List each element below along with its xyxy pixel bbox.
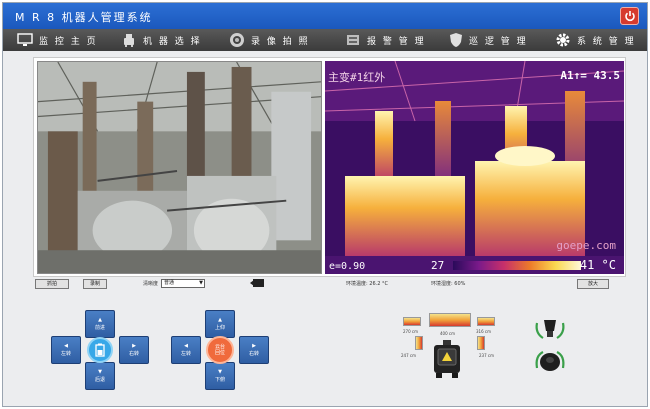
tilt-up-button[interactable]: ▲ 上仰: [205, 310, 235, 338]
arrow-right-icon: ▶: [252, 343, 256, 349]
pan-left-button[interactable]: ◀ 左转: [171, 336, 201, 364]
zoom-in-button[interactable]: 放大: [577, 279, 609, 289]
turn-right-label: 右转: [128, 351, 139, 357]
arrow-right-icon: ▶: [132, 343, 136, 349]
substation-photo: [38, 62, 321, 273]
move-forward-label: 前进: [94, 325, 105, 331]
chevron-down-icon: ▼: [199, 280, 203, 286]
scale-max-label: 41 °C: [579, 258, 616, 272]
camera-lift-up-icon: [535, 320, 565, 339]
gear-icon: [556, 33, 570, 47]
visible-camera-feed[interactable]: [37, 61, 322, 274]
robot-topview-icon: [434, 340, 460, 378]
sensor-bar-front: [429, 313, 471, 327]
move-back-label: 后退: [94, 377, 105, 383]
lift-down-button[interactable]: [533, 348, 567, 379]
sensor-bar-side-right: [477, 336, 485, 350]
clarity-select[interactable]: 普通 ▼: [161, 279, 205, 288]
sensor-side-left-value: 247 cm: [401, 353, 417, 358]
monitor-icon: [17, 33, 33, 46]
fullscreen-icon: [250, 279, 264, 287]
app-window: M R 8 机器人管理系统 监 控 主 页 机 器 选 择 录 像 拍 照 报 …: [2, 2, 648, 407]
menu-monitor-home[interactable]: 监 控 主 页: [17, 29, 98, 51]
main-menu: 监 控 主 页 机 器 选 择 录 像 拍 照 报 警 管 理 巡 逻 管 理 …: [3, 29, 647, 51]
camera-icon: [230, 33, 244, 47]
turn-left-label: 左转: [60, 351, 71, 357]
record-button[interactable]: 录制: [83, 279, 107, 289]
pan-right-button[interactable]: ▶ 右转: [239, 336, 269, 364]
lift-up-button[interactable]: [533, 315, 567, 344]
pan-left-label: 左转: [180, 351, 191, 357]
clarity-label: 清晰度: [143, 281, 159, 287]
watermark-text: goepe.com: [556, 239, 616, 252]
arrow-down-icon: ▼: [98, 369, 102, 375]
charge-button[interactable]: [87, 337, 113, 363]
menu-system-manage[interactable]: 系 统 管 理: [555, 29, 636, 51]
move-forward-button[interactable]: ▲ 前进: [85, 310, 115, 338]
robot-icon: [124, 34, 134, 47]
snapshot-button[interactable]: 抓拍: [35, 279, 69, 289]
sensor-front-left-value: 270 cm: [403, 329, 419, 334]
turn-left-button[interactable]: ◀ 左转: [51, 336, 81, 364]
battery-icon: [95, 343, 105, 357]
tilt-down-button[interactable]: ▼ 下俯: [205, 362, 235, 390]
camera-lift-down-icon: [535, 351, 565, 371]
sensor-bar-front-right: [477, 317, 495, 326]
tilt-up-label: 上仰: [214, 325, 225, 331]
turn-right-button[interactable]: ▶ 右转: [119, 336, 149, 364]
sensor-front-value: 400 cm: [440, 331, 456, 336]
max-temp-readout: A1↑= 43.5: [560, 69, 620, 82]
app-title: M R 8 机器人管理系统: [15, 11, 153, 24]
thermal-camera-feed[interactable]: 主变#1红外 A1↑= 43.5 goepe.com e=0.90 27 41 …: [325, 61, 624, 274]
exit-fullscreen-button[interactable]: [249, 278, 265, 291]
arrow-up-icon: ▲: [98, 317, 102, 323]
video-control-row: 抓拍 录制 清晰度 普通 ▼ 环境温度: 26.2 °C 环境湿度: 60% 放…: [3, 277, 647, 291]
power-button[interactable]: [620, 7, 639, 25]
menu-label: 系 统 管 理: [577, 36, 636, 47]
video-area: 主变#1红外 A1↑= 43.5 goepe.com e=0.90 27 41 …: [33, 57, 626, 277]
arrow-left-icon: ◀: [64, 343, 68, 349]
menu-alarm-manage[interactable]: 报 警 管 理: [345, 29, 426, 51]
thermal-camera-label: 主变#1红外: [328, 71, 386, 84]
arrow-left-icon: ◀: [184, 343, 188, 349]
pan-right-label: 右转: [248, 351, 259, 357]
menu-patrol-manage[interactable]: 巡 逻 管 理: [449, 29, 528, 51]
scale-min-label: 27: [431, 259, 445, 272]
temperature-color-scale: [453, 261, 581, 270]
menu-record-photo[interactable]: 录 像 拍 照: [229, 29, 310, 51]
menu-label: 监 控 主 页: [39, 36, 98, 47]
sensor-front-right-value: 316 cm: [476, 329, 492, 334]
sensor-side-right-value: 237 cm: [479, 353, 495, 358]
clarity-value: 普通: [164, 280, 175, 286]
sensor-bar-front-left: [403, 317, 421, 326]
alarm-icon: [347, 35, 359, 45]
env-temperature: 环境温度: 26.2 °C: [346, 281, 388, 287]
sensor-bar-side-left: [415, 336, 423, 350]
tilt-down-label: 下俯: [214, 377, 225, 383]
move-back-button[interactable]: ▼ 后退: [85, 362, 115, 390]
menu-label: 报 警 管 理: [367, 36, 426, 47]
emissivity-readout: e=0.90: [329, 261, 366, 272]
menu-robot-select[interactable]: 机 器 选 择: [121, 29, 202, 51]
arrow-up-icon: ▲: [218, 317, 222, 323]
ptz-home-button[interactable]: 云台 回位: [206, 336, 234, 364]
menu-label: 机 器 选 择: [143, 36, 202, 47]
shield-icon: [450, 33, 462, 47]
menu-label: 录 像 拍 照: [251, 36, 310, 47]
menu-label: 巡 逻 管 理: [469, 36, 528, 47]
env-humidity: 环境湿度: 60%: [431, 281, 466, 287]
power-icon: [624, 11, 635, 22]
title-bar: M R 8 机器人管理系统: [3, 3, 647, 29]
arrow-down-icon: ▼: [218, 369, 222, 375]
